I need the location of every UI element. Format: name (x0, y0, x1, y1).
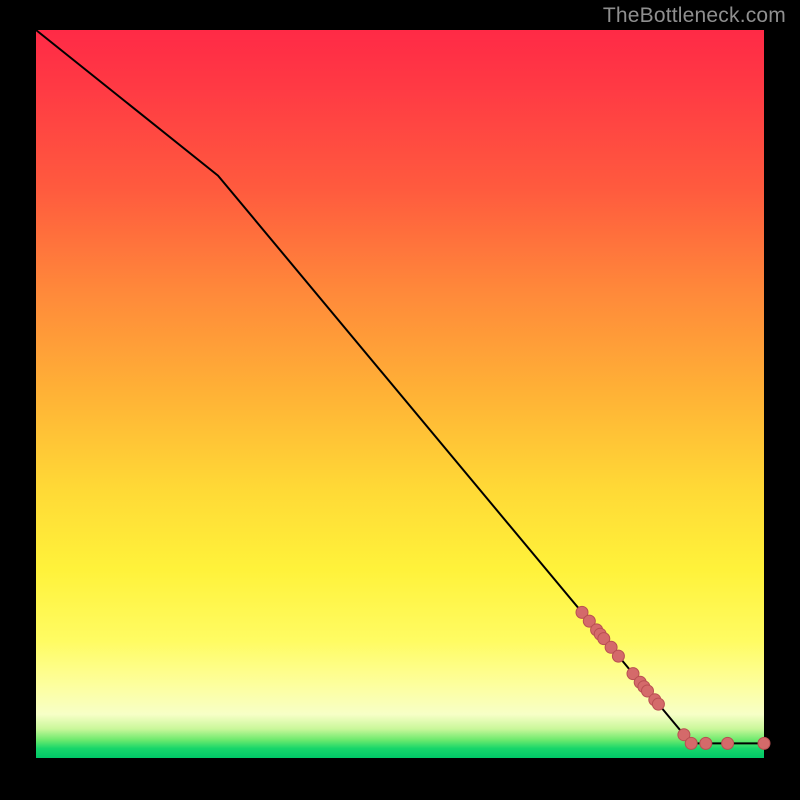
data-point (685, 737, 697, 749)
data-point (612, 650, 624, 662)
chart-points (576, 606, 770, 749)
chart-frame: TheBottleneck.com (0, 0, 800, 800)
chart-svg (36, 30, 764, 758)
data-point (758, 737, 770, 749)
data-point (722, 737, 734, 749)
data-point (700, 737, 712, 749)
chart-curve (36, 30, 764, 743)
attribution-label: TheBottleneck.com (603, 4, 786, 28)
data-point (652, 698, 664, 710)
plot-area (36, 30, 764, 758)
